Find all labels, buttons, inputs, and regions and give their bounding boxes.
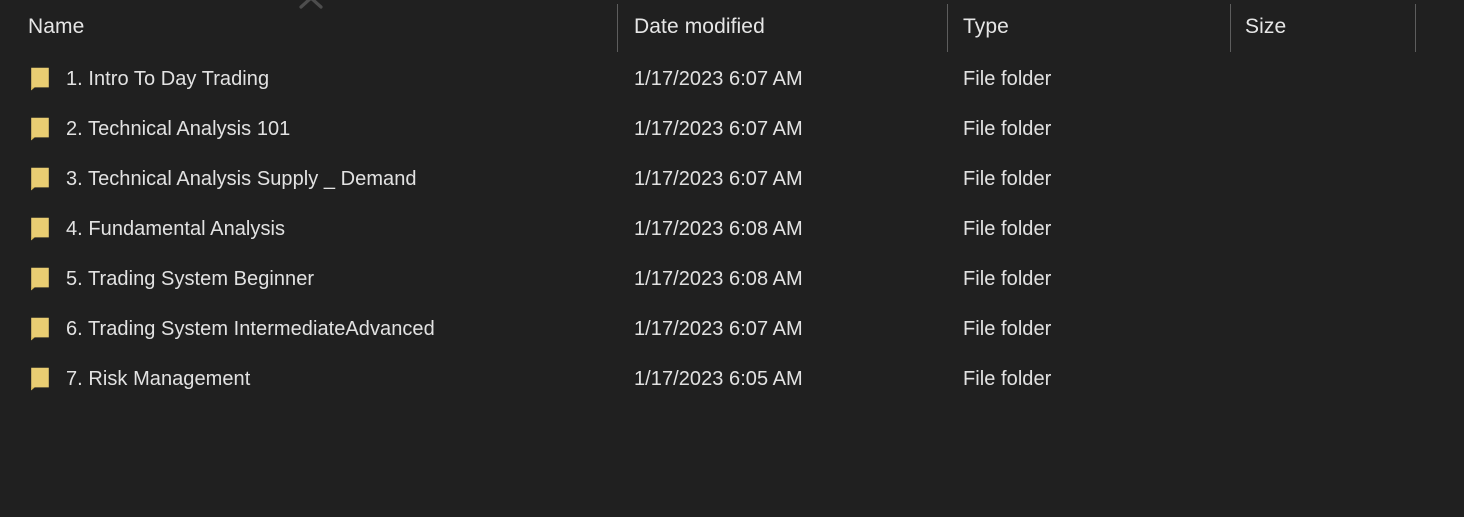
- file-name-label: 2. Technical Analysis 101: [66, 117, 291, 140]
- file-date-modified-cell: 1/17/2023 6:08 AM: [634, 254, 939, 304]
- file-size-cell: [1245, 104, 1410, 154]
- file-name-label: 7. Risk Management: [66, 367, 251, 390]
- folder-icon: [30, 217, 50, 241]
- file-type-label: File folder: [963, 217, 1052, 240]
- file-date-modified-cell: 1/17/2023 6:07 AM: [634, 154, 939, 204]
- file-date-modified-label: 1/17/2023 6:05 AM: [634, 367, 803, 390]
- file-name-cell[interactable]: 1. Intro To Day Trading: [30, 54, 610, 104]
- column-divider-1[interactable]: [617, 4, 618, 52]
- file-type-cell: File folder: [963, 104, 1223, 154]
- file-type-label: File folder: [963, 367, 1052, 390]
- file-type-cell: File folder: [963, 154, 1223, 204]
- file-row[interactable]: 1. Intro To Day Trading 1/17/2023 6:07 AM…: [0, 54, 1464, 104]
- file-date-modified-label: 1/17/2023 6:07 AM: [634, 67, 803, 90]
- file-date-modified-cell: 1/17/2023 6:08 AM: [634, 204, 939, 254]
- file-name-label: 5. Trading System Beginner: [66, 267, 315, 290]
- file-type-cell: File folder: [963, 354, 1223, 404]
- file-date-modified-label: 1/17/2023 6:07 AM: [634, 317, 803, 340]
- file-type-label: File folder: [963, 117, 1052, 140]
- folder-icon: [30, 267, 50, 291]
- file-type-cell: File folder: [963, 304, 1223, 354]
- file-name-cell[interactable]: 3. Technical Analysis Supply _ Demand: [30, 154, 610, 204]
- file-row[interactable]: 6. Trading System IntermediateAdvanced 1/…: [0, 304, 1464, 354]
- file-type-label: File folder: [963, 317, 1052, 340]
- column-header-size[interactable]: Size: [1245, 0, 1410, 54]
- file-type-cell: File folder: [963, 54, 1223, 104]
- file-size-cell: [1245, 204, 1410, 254]
- file-type-label: File folder: [963, 67, 1052, 90]
- file-name-label: 3. Technical Analysis Supply _ Demand: [66, 167, 417, 190]
- file-list: 1. Intro To Day Trading 1/17/2023 6:07 AM…: [0, 54, 1464, 517]
- folder-icon: [30, 117, 50, 141]
- file-name-cell[interactable]: 6. Trading System IntermediateAdvanced: [30, 304, 610, 354]
- column-header-name[interactable]: Name: [28, 0, 608, 54]
- column-divider-3[interactable]: [1230, 4, 1231, 52]
- file-name-label: 6. Trading System IntermediateAdvanced: [66, 317, 435, 340]
- column-header-row: Name Date modified Type Size: [0, 0, 1464, 54]
- file-row[interactable]: 3. Technical Analysis Supply _ Demand 1/1…: [0, 154, 1464, 204]
- file-name-cell[interactable]: 7. Risk Management: [30, 354, 610, 404]
- column-header-name-label: Name: [28, 15, 85, 38]
- file-row[interactable]: 2. Technical Analysis 101 1/17/2023 6:07 …: [0, 104, 1464, 154]
- file-date-modified-label: 1/17/2023 6:07 AM: [634, 117, 803, 140]
- file-date-modified-label: 1/17/2023 6:07 AM: [634, 167, 803, 190]
- folder-icon: [30, 367, 50, 391]
- file-date-modified-cell: 1/17/2023 6:07 AM: [634, 304, 939, 354]
- folder-icon: [30, 317, 50, 341]
- file-type-label: File folder: [963, 167, 1052, 190]
- column-header-type-label: Type: [963, 15, 1009, 38]
- file-name-cell[interactable]: 4. Fundamental Analysis: [30, 204, 610, 254]
- file-type-label: File folder: [963, 267, 1052, 290]
- column-divider-4[interactable]: [1415, 4, 1416, 52]
- file-name-label: 1. Intro To Day Trading: [66, 67, 270, 90]
- file-name-cell[interactable]: 5. Trading System Beginner: [30, 254, 610, 304]
- file-date-modified-cell: 1/17/2023 6:07 AM: [634, 54, 939, 104]
- column-header-date-modified[interactable]: Date modified: [634, 0, 934, 54]
- column-header-size-label: Size: [1245, 15, 1287, 38]
- column-divider-2[interactable]: [947, 4, 948, 52]
- file-date-modified-label: 1/17/2023 6:08 AM: [634, 267, 803, 290]
- column-header-type[interactable]: Type: [963, 0, 1221, 54]
- file-type-cell: File folder: [963, 254, 1223, 304]
- file-date-modified-cell: 1/17/2023 6:07 AM: [634, 104, 939, 154]
- file-name-cell[interactable]: 2. Technical Analysis 101: [30, 104, 610, 154]
- file-size-cell: [1245, 154, 1410, 204]
- file-type-cell: File folder: [963, 204, 1223, 254]
- file-size-cell: [1245, 304, 1410, 354]
- file-size-cell: [1245, 354, 1410, 404]
- file-size-cell: [1245, 254, 1410, 304]
- folder-icon: [30, 167, 50, 191]
- file-explorer-details-pane: Name Date modified Type Size 1. Intro To…: [0, 0, 1464, 517]
- file-date-modified-label: 1/17/2023 6:08 AM: [634, 217, 803, 240]
- folder-icon: [30, 67, 50, 91]
- file-row[interactable]: 4. Fundamental Analysis 1/17/2023 6:08 AM…: [0, 204, 1464, 254]
- file-row[interactable]: 5. Trading System Beginner 1/17/2023 6:08…: [0, 254, 1464, 304]
- file-date-modified-cell: 1/17/2023 6:05 AM: [634, 354, 939, 404]
- file-name-label: 4. Fundamental Analysis: [66, 217, 286, 240]
- column-header-date-modified-label: Date modified: [634, 15, 765, 38]
- file-size-cell: [1245, 54, 1410, 104]
- file-row[interactable]: 7. Risk Management 1/17/2023 6:05 AM File …: [0, 354, 1464, 404]
